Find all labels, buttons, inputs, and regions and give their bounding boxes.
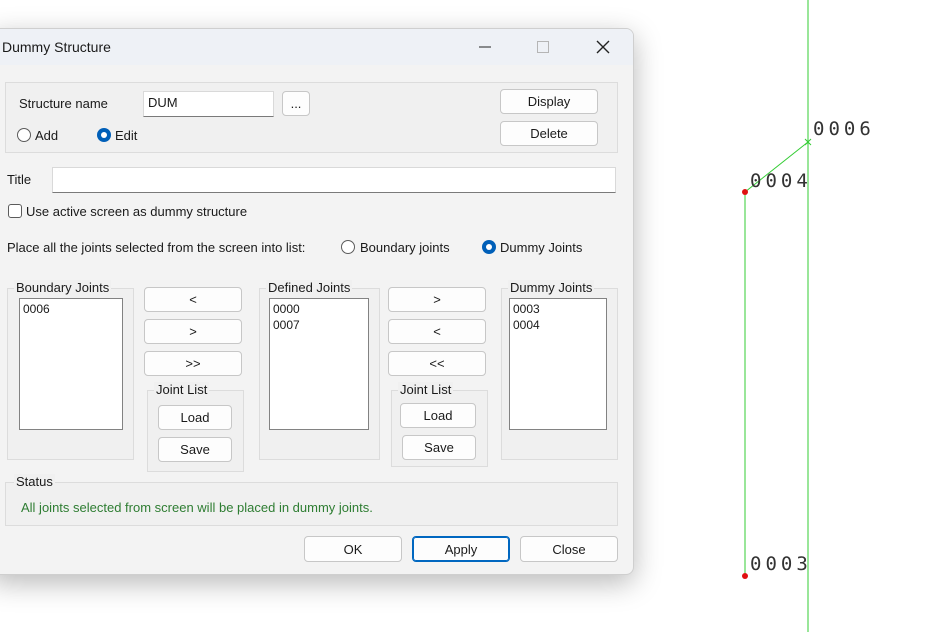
status-title: Status bbox=[14, 474, 55, 489]
minimize-icon bbox=[479, 46, 491, 48]
maximize-button bbox=[523, 33, 563, 61]
apply-button[interactable]: Apply bbox=[412, 536, 510, 562]
move-all-to-defined-button[interactable]: >> bbox=[144, 351, 242, 376]
joint-label-0006: 0006 bbox=[813, 118, 875, 140]
joint-label-0003: 0003 bbox=[750, 553, 812, 575]
ok-button[interactable]: OK bbox=[304, 536, 402, 562]
move-to-defined-button[interactable]: > bbox=[144, 319, 242, 344]
title-label: Title bbox=[7, 172, 32, 187]
joint-list-right-load-button[interactable]: Load bbox=[400, 403, 476, 428]
joint-list-left-save-button[interactable]: Save bbox=[158, 437, 232, 462]
use-active-screen-checkbox[interactable] bbox=[8, 204, 22, 218]
list-item[interactable]: 0007 bbox=[273, 317, 365, 333]
mode-edit-label: Edit bbox=[115, 128, 138, 143]
dummy-structure-dialog: Dummy Structure Structure name DUM ... D… bbox=[0, 28, 634, 575]
joint-list-left-title: Joint List bbox=[154, 382, 210, 397]
window-title: Dummy Structure bbox=[2, 39, 111, 55]
move-from-dummy-button[interactable]: < bbox=[388, 319, 486, 344]
joint-list-right-title: Joint List bbox=[398, 382, 454, 397]
close-button[interactable]: Close bbox=[520, 536, 618, 562]
maximize-icon bbox=[537, 41, 549, 53]
dummy-joints-list[interactable]: 0003 0004 bbox=[509, 298, 607, 430]
joint-list-left-load-button[interactable]: Load bbox=[158, 405, 232, 430]
joint-marker-0003 bbox=[742, 573, 748, 579]
title-input[interactable] bbox=[52, 167, 616, 193]
title-bar[interactable]: Dummy Structure bbox=[0, 29, 633, 65]
use-active-screen-label: Use active screen as dummy structure bbox=[26, 204, 248, 219]
move-to-dummy-button[interactable]: > bbox=[388, 287, 486, 312]
defined-joints-list[interactable]: 0000 0007 bbox=[269, 298, 369, 430]
mode-edit-radio[interactable] bbox=[97, 128, 111, 142]
boundary-joints-list[interactable]: 0006 bbox=[19, 298, 123, 430]
move-all-from-dummy-button[interactable]: << bbox=[388, 351, 486, 376]
list-item[interactable]: 0006 bbox=[23, 301, 119, 317]
status-message: All joints selected from screen will be … bbox=[21, 500, 373, 515]
list-item[interactable]: 0000 bbox=[273, 301, 365, 317]
place-dummy-radio[interactable] bbox=[482, 240, 496, 254]
place-joints-label: Place all the joints selected from the s… bbox=[7, 240, 306, 255]
place-boundary-label: Boundary joints bbox=[360, 240, 450, 255]
close-icon bbox=[596, 40, 610, 54]
display-button[interactable]: Display bbox=[500, 89, 598, 114]
list-item[interactable]: 0003 bbox=[513, 301, 603, 317]
defined-joints-title: Defined Joints bbox=[266, 280, 353, 295]
move-to-boundary-button[interactable]: < bbox=[144, 287, 242, 312]
close-window-button[interactable] bbox=[583, 33, 623, 61]
joint-marker-0004 bbox=[742, 189, 748, 195]
dummy-joints-title: Dummy Joints bbox=[508, 280, 595, 295]
joint-list-right-save-button[interactable]: Save bbox=[402, 435, 476, 460]
place-dummy-label: Dummy Joints bbox=[500, 240, 583, 255]
list-item[interactable]: 0004 bbox=[513, 317, 603, 333]
minimize-button[interactable] bbox=[465, 33, 505, 61]
mode-add-label: Add bbox=[35, 128, 59, 143]
joint-label-0004: 0004 bbox=[750, 170, 812, 192]
browse-button[interactable]: ... bbox=[282, 91, 310, 116]
boundary-joints-title: Boundary Joints bbox=[14, 280, 112, 295]
structure-name-input[interactable]: DUM bbox=[143, 91, 274, 117]
place-boundary-radio[interactable] bbox=[341, 240, 355, 254]
delete-button[interactable]: Delete bbox=[500, 121, 598, 146]
mode-add-radio[interactable] bbox=[17, 128, 31, 142]
structure-name-label: Structure name bbox=[19, 96, 108, 111]
